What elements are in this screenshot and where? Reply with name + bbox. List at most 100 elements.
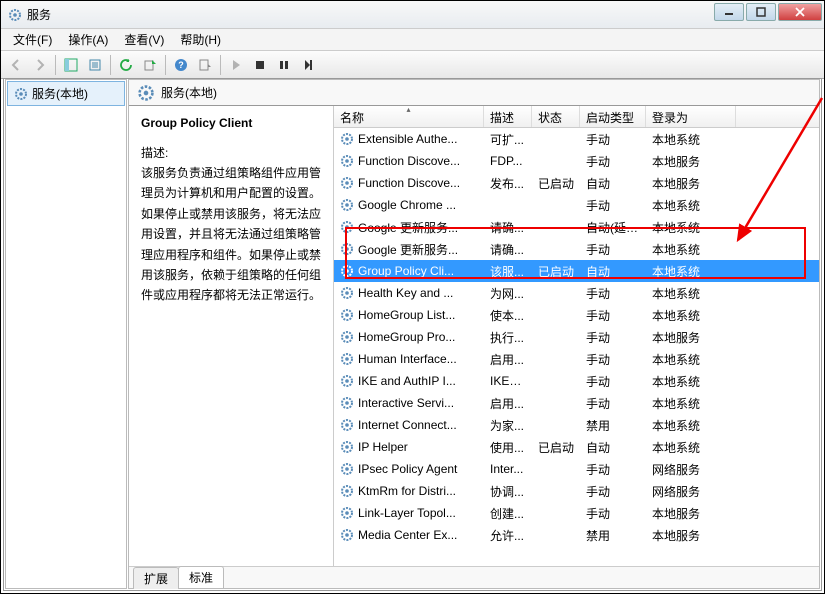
separator <box>55 55 56 75</box>
maximize-button[interactable] <box>746 3 776 21</box>
title-bar: 服务 <box>1 1 824 29</box>
cell-startup: 手动 <box>580 197 646 214</box>
restart-button[interactable] <box>297 54 319 76</box>
cell-startup: 手动 <box>580 241 646 258</box>
gear-icon <box>340 176 354 190</box>
gear-icon <box>137 84 155 102</box>
col-header-desc[interactable]: 描述 <box>484 106 532 127</box>
cell-desc: 协调... <box>484 483 532 500</box>
table-row[interactable]: Google Chrome ...手动本地系统 <box>334 194 819 216</box>
cell-desc: 允许... <box>484 527 532 544</box>
svg-text:?: ? <box>178 60 184 70</box>
cell-desc: Inter... <box>484 462 532 476</box>
cell-logon: 本地系统 <box>646 395 736 412</box>
tab-extended[interactable]: 扩展 <box>133 567 179 589</box>
menu-action[interactable]: 操作(A) <box>60 29 116 50</box>
start-button[interactable] <box>225 54 247 76</box>
cell-logon: 本地系统 <box>646 373 736 390</box>
table-row[interactable]: Media Center Ex...允许...禁用本地服务 <box>334 524 819 546</box>
table-row[interactable]: Google 更新服务... 请确... 手动本地系统 <box>334 238 819 260</box>
cell-logon: 本地系统 <box>646 219 736 236</box>
cell-desc: 执行... <box>484 329 532 346</box>
menu-bar: 文件(F) 操作(A) 查看(V) 帮助(H) <box>1 29 824 51</box>
table-row[interactable]: Health Key and ...为网...手动本地系统 <box>334 282 819 304</box>
gear-icon <box>340 264 354 278</box>
cell-logon: 本地系统 <box>646 351 736 368</box>
table-row[interactable]: HomeGroup List...使本...手动本地系统 <box>334 304 819 326</box>
cell-logon: 本地服务 <box>646 153 736 170</box>
gear-icon <box>340 396 354 410</box>
table-row[interactable]: Link-Layer Topol...创建...手动本地服务 <box>334 502 819 524</box>
col-header-logon[interactable]: 登录为 <box>646 106 736 127</box>
cell-desc: 请确... <box>484 219 532 236</box>
table-row[interactable]: Extensible Authe...可扩...手动本地系统 <box>334 128 819 150</box>
forward-button[interactable] <box>29 54 51 76</box>
show-hide-tree-button[interactable] <box>60 54 82 76</box>
cell-logon: 网络服务 <box>646 483 736 500</box>
properties-button[interactable] <box>84 54 106 76</box>
table-row[interactable]: Human Interface...启用...手动本地系统 <box>334 348 819 370</box>
stop-button[interactable] <box>249 54 271 76</box>
separator <box>220 55 221 75</box>
table-row[interactable]: Interactive Servi...启用...手动本地系统 <box>334 392 819 414</box>
minimize-button[interactable] <box>714 3 744 21</box>
detail-pane: Group Policy Client 描述: 该服务负责通过组策略组件应用管理… <box>129 106 333 566</box>
cell-logon: 本地服务 <box>646 329 736 346</box>
tab-standard[interactable]: 标准 <box>178 566 224 588</box>
table-row[interactable]: Function Discove...FDP...手动本地服务 <box>334 150 819 172</box>
table-row[interactable]: IP Helper使用...已启动自动本地系统 <box>334 436 819 458</box>
separator <box>110 55 111 75</box>
menu-file[interactable]: 文件(F) <box>5 29 60 50</box>
gear-icon <box>340 132 354 146</box>
help-button[interactable]: ? <box>170 54 192 76</box>
detail-desc-text: 该服务负责通过组策略组件应用管理员为计算机和用户配置的设置。如果停止或禁用该服务… <box>141 163 323 306</box>
menu-help[interactable]: 帮助(H) <box>172 29 229 50</box>
table-row[interactable]: Google 更新服务...请确...自动(延迟...本地系统 <box>334 216 819 238</box>
cell-startup: 手动 <box>580 153 646 170</box>
sort-asc-icon: ▴ <box>406 106 410 114</box>
back-button[interactable] <box>5 54 27 76</box>
cell-logon: 本地系统 <box>646 241 736 258</box>
cell-logon: 本地系统 <box>646 197 736 214</box>
table-row[interactable]: KtmRm for Distri...协调...手动网络服务 <box>334 480 819 502</box>
cell-desc: 可扩... <box>484 131 532 148</box>
gear-icon <box>340 440 354 454</box>
content-pane: 服务(本地) Group Policy Client 描述: 该服务负责通过组策… <box>128 79 820 589</box>
col-header-startup[interactable]: 启动类型 <box>580 106 646 127</box>
cell-desc: 发布... <box>484 175 532 192</box>
cell-name: Function Discove... <box>358 176 460 190</box>
table-row[interactable]: Internet Connect...为家...禁用本地系统 <box>334 414 819 436</box>
cell-name: Google 更新服务... <box>358 241 458 258</box>
cell-desc: 请确... <box>484 241 532 258</box>
help-dropdown-button[interactable] <box>194 54 216 76</box>
cell-name: Internet Connect... <box>358 418 457 432</box>
table-row[interactable]: HomeGroup Pro...执行...手动本地服务 <box>334 326 819 348</box>
cell-logon: 本地系统 <box>646 307 736 324</box>
detail-desc-label: 描述: <box>141 144 323 161</box>
cell-desc: 使本... <box>484 307 532 324</box>
tree-pane[interactable]: 服务(本地) <box>5 79 127 589</box>
close-button[interactable] <box>778 3 822 21</box>
app-icon <box>7 7 23 23</box>
table-row[interactable]: IKE and AuthIP I...IKEE...手动本地系统 <box>334 370 819 392</box>
cell-startup: 自动 <box>580 263 646 280</box>
list-body[interactable]: Extensible Authe...可扩...手动本地系统Function D… <box>334 128 819 566</box>
col-header-status[interactable]: 状态 <box>532 106 580 127</box>
gear-icon <box>340 528 354 542</box>
cell-startup: 自动(延迟... <box>580 219 646 236</box>
cell-desc: 创建... <box>484 505 532 522</box>
table-row[interactable]: Group Policy Cli...该服...已启动自动本地系统 <box>334 260 819 282</box>
pause-button[interactable] <box>273 54 295 76</box>
table-row[interactable]: Function Discove...发布...已启动自动本地服务 <box>334 172 819 194</box>
tree-root-services-local[interactable]: 服务(本地) <box>7 81 125 106</box>
gear-icon <box>340 506 354 520</box>
col-header-name[interactable]: 名称▴ <box>334 106 484 127</box>
cell-name: KtmRm for Distri... <box>358 484 456 498</box>
table-row[interactable]: IPsec Policy AgentInter...手动网络服务 <box>334 458 819 480</box>
cell-startup: 手动 <box>580 307 646 324</box>
gear-icon <box>340 374 354 388</box>
export-button[interactable] <box>139 54 161 76</box>
refresh-button[interactable] <box>115 54 137 76</box>
menu-view[interactable]: 查看(V) <box>116 29 172 50</box>
cell-name: Health Key and ... <box>358 286 453 300</box>
